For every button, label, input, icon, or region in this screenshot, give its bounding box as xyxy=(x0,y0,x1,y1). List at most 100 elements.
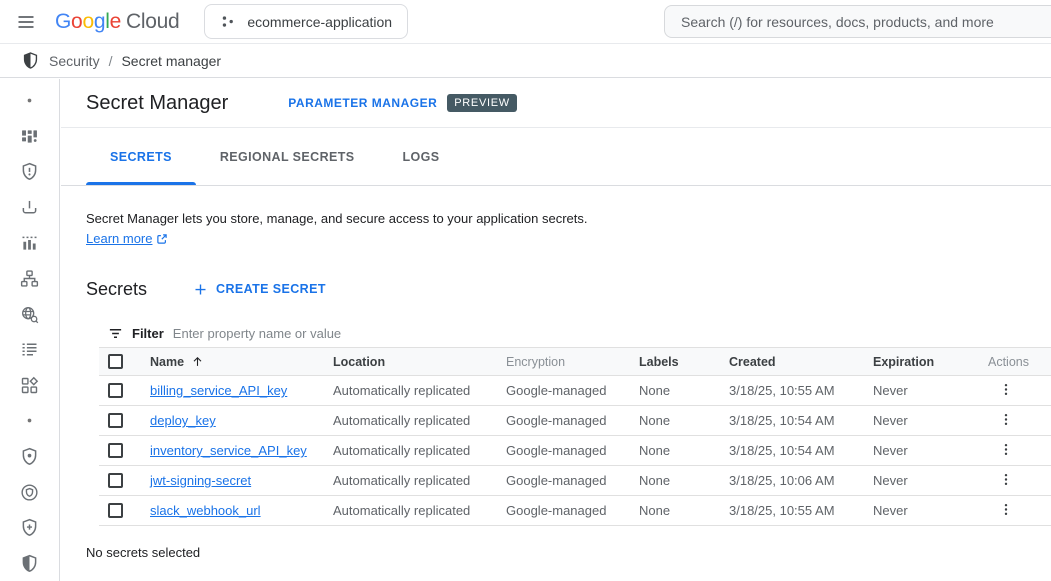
row-actions-menu-icon[interactable] xyxy=(998,500,1014,519)
location-cell: Automatically replicated xyxy=(333,503,506,518)
created-cell: 3/18/25, 10:55 AM xyxy=(729,383,873,398)
sidebar-item-shield-plus[interactable] xyxy=(6,510,54,546)
row-checkbox[interactable] xyxy=(108,383,123,398)
column-header-name[interactable]: Name xyxy=(150,355,184,369)
row-checkbox[interactable] xyxy=(108,473,123,488)
logo-letter: o xyxy=(82,10,93,33)
web-scan-globe-icon xyxy=(19,304,40,325)
secret-name-link[interactable]: billing_service_API_key xyxy=(150,383,287,398)
shield-user-icon xyxy=(19,446,40,467)
labels-cell: None xyxy=(639,443,729,458)
tab-logs[interactable]: LOGS xyxy=(379,128,464,185)
sidebar-item-web-scan-globe[interactable] xyxy=(6,296,54,332)
table-row: inventory_service_API_key Automatically … xyxy=(99,436,1051,466)
google-logo-word: Google xyxy=(55,10,121,34)
sidebar-item-threat-chart[interactable] xyxy=(6,225,54,261)
row-checkbox[interactable] xyxy=(108,503,123,518)
expiration-cell: Never xyxy=(873,503,988,518)
secrets-section-header: Secrets CREATE SECRET xyxy=(86,276,1051,302)
project-icon xyxy=(220,14,236,30)
created-cell: 3/18/25, 10:55 AM xyxy=(729,503,873,518)
table-row: deploy_key Automatically replicated Goog… xyxy=(99,406,1051,436)
tab-strip: SECRETSREGIONAL SECRETSLOGS xyxy=(61,128,1051,186)
compliance-list-icon xyxy=(19,339,40,360)
learn-more-link[interactable]: Learn more xyxy=(86,229,168,249)
asset-network-icon xyxy=(19,268,40,289)
breadcrumb-separator: / xyxy=(109,53,113,69)
sidebar-item-shield-user[interactable] xyxy=(6,439,54,475)
column-header-created[interactable]: Created xyxy=(729,355,873,369)
encryption-cell: Google-managed xyxy=(506,443,639,458)
sidebar-item-shield-alert[interactable] xyxy=(6,154,54,190)
location-cell: Automatically replicated xyxy=(333,473,506,488)
column-header-labels[interactable]: Labels xyxy=(639,355,729,369)
location-cell: Automatically replicated xyxy=(333,413,506,428)
sidebar-section-dot xyxy=(6,403,54,439)
create-secret-button[interactable]: CREATE SECRET xyxy=(193,282,326,297)
sidebar-item-binary-authorization[interactable] xyxy=(6,474,54,510)
created-cell: 3/18/25, 10:54 AM xyxy=(729,443,873,458)
shield-plus-icon xyxy=(19,517,40,538)
expiration-cell: Never xyxy=(873,443,988,458)
binary-authorization-icon xyxy=(19,482,40,503)
labels-cell: None xyxy=(639,503,729,518)
secret-name-link[interactable]: slack_webhook_url xyxy=(150,503,261,518)
sidebar-item-security-shield[interactable] xyxy=(6,546,54,581)
row-actions-menu-icon[interactable] xyxy=(998,410,1014,429)
sidebar-item-asset-network[interactable] xyxy=(6,261,54,297)
row-checkbox[interactable] xyxy=(108,443,123,458)
sidebar-item-findings-tray[interactable] xyxy=(6,190,54,226)
intro-text: Secret Manager lets you store, manage, a… xyxy=(86,211,587,226)
findings-tray-icon xyxy=(19,197,40,218)
tab-regional-secrets[interactable]: REGIONAL SECRETS xyxy=(196,128,379,185)
created-cell: 3/18/25, 10:06 AM xyxy=(729,473,873,488)
learn-more-label: Learn more xyxy=(86,229,152,249)
logo-letter: g xyxy=(94,10,105,33)
sidebar-item-compliance-list[interactable] xyxy=(6,332,54,368)
plus-icon xyxy=(193,282,208,297)
expiration-cell: Never xyxy=(873,473,988,488)
sidebar-section-dot xyxy=(6,83,54,119)
logo-letter: e xyxy=(110,10,121,33)
breadcrumb-section[interactable]: Security xyxy=(49,53,100,69)
created-cell: 3/18/25, 10:54 AM xyxy=(729,413,873,428)
main-content: Secret Manager PARAMETER MANAGER PREVIEW… xyxy=(61,79,1051,581)
secrets-table-header: Name Location Encryption Labels Created … xyxy=(99,348,1051,376)
secrets-heading: Secrets xyxy=(86,279,147,300)
secret-name-link[interactable]: inventory_service_API_key xyxy=(150,443,307,458)
labels-cell: None xyxy=(639,413,729,428)
secret-name-link[interactable]: jwt-signing-secret xyxy=(150,473,251,488)
workloads-blocks-icon xyxy=(19,375,40,396)
menu-hamburger-icon[interactable] xyxy=(6,2,46,42)
shield-alert-icon xyxy=(19,161,40,182)
logo-letter: G xyxy=(55,10,71,33)
location-cell: Automatically replicated xyxy=(333,443,506,458)
row-actions-menu-icon[interactable] xyxy=(998,380,1014,399)
row-checkbox[interactable] xyxy=(108,413,123,428)
search-input[interactable] xyxy=(665,14,1051,30)
sidebar-item-risk-dashboard[interactable] xyxy=(6,119,54,155)
security-shield-icon xyxy=(21,51,40,70)
security-nav-sidebar xyxy=(0,79,60,581)
project-selector[interactable]: ecommerce-application xyxy=(204,4,408,39)
encryption-cell: Google-managed xyxy=(506,383,639,398)
breadcrumb-current: Secret manager xyxy=(121,53,221,69)
row-actions-menu-icon[interactable] xyxy=(998,440,1014,459)
sort-ascending-icon[interactable] xyxy=(191,355,204,368)
secrets-table-body: billing_service_API_key Automatically re… xyxy=(99,376,1051,526)
secret-name-link[interactable]: deploy_key xyxy=(150,413,216,428)
table-row: jwt-signing-secret Automatically replica… xyxy=(99,466,1051,496)
create-secret-label: CREATE SECRET xyxy=(216,282,326,296)
expiration-cell: Never xyxy=(873,413,988,428)
column-header-location[interactable]: Location xyxy=(333,355,506,369)
preview-badge: PREVIEW xyxy=(447,94,517,112)
sidebar-item-workloads-blocks[interactable] xyxy=(6,368,54,404)
encryption-cell: Google-managed xyxy=(506,413,639,428)
tab-secrets[interactable]: SECRETS xyxy=(86,128,196,185)
row-actions-menu-icon[interactable] xyxy=(998,470,1014,489)
filter-label: Filter xyxy=(132,326,164,341)
select-all-checkbox[interactable] xyxy=(108,354,123,369)
column-header-expiration[interactable]: Expiration xyxy=(873,355,988,369)
parameter-manager-link[interactable]: PARAMETER MANAGER xyxy=(288,96,437,110)
filter-input[interactable] xyxy=(173,326,1051,341)
